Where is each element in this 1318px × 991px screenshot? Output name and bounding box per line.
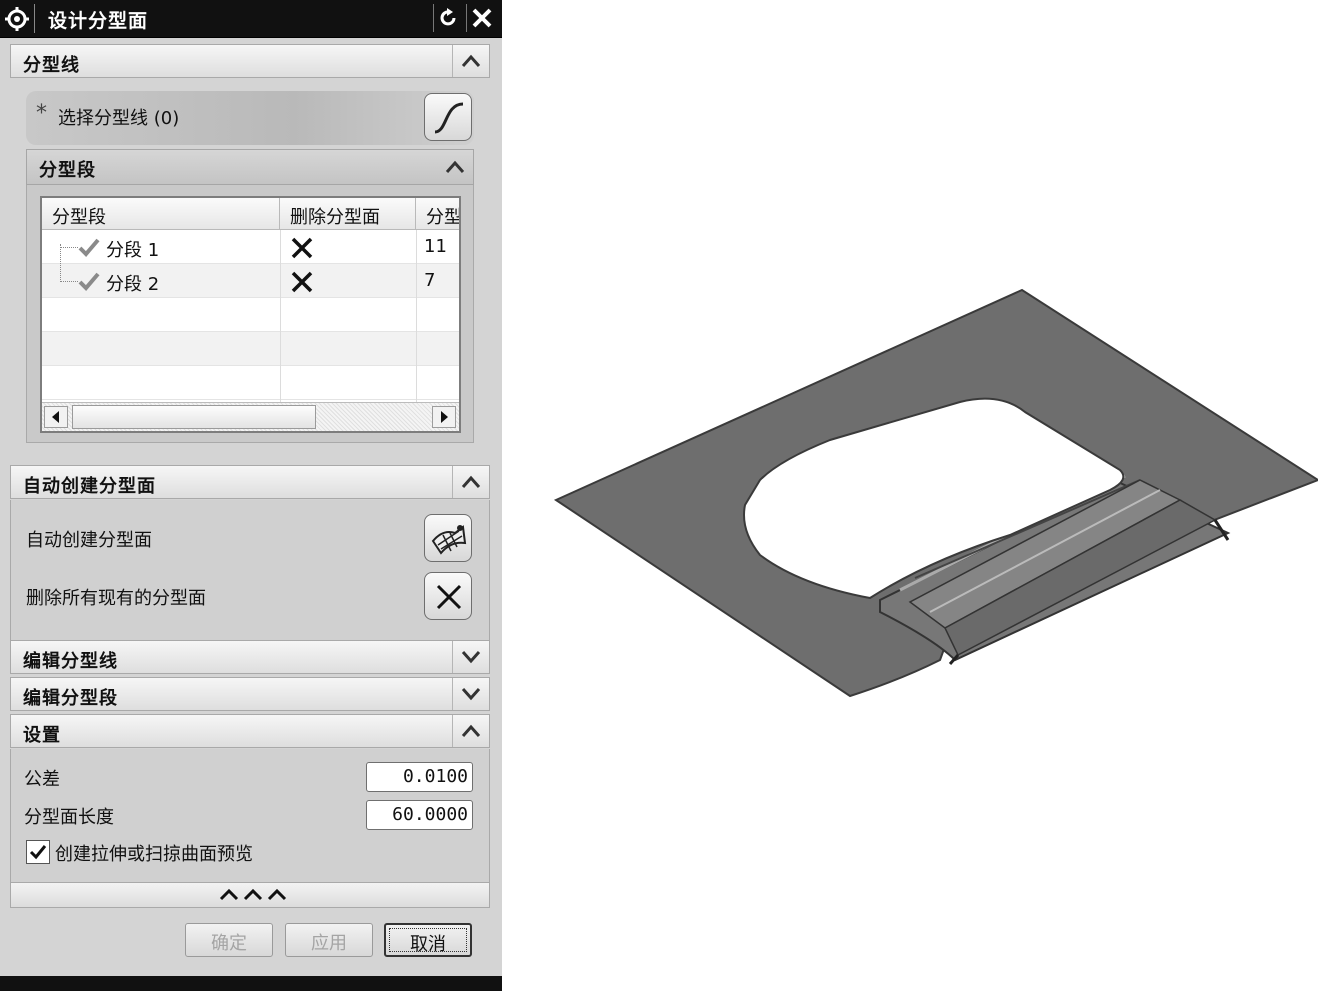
segment-name: 分段 1	[106, 240, 160, 261]
select-parting-line-label: 选择分型线 (0)	[58, 108, 180, 129]
expand-toggle[interactable]	[452, 641, 489, 673]
auto-create-label: 自动创建分型面	[26, 530, 152, 551]
horizontal-scrollbar[interactable]	[42, 402, 459, 431]
select-parting-line-row[interactable]: * 选择分型线 (0)	[26, 91, 474, 145]
tree-connector	[60, 244, 61, 282]
parting-surface-model	[553, 288, 1318, 698]
edit-parting-line-section-header[interactable]: 编辑分型线	[10, 640, 490, 674]
settings-header-label: 设置	[23, 725, 61, 746]
chevron-up-icon	[461, 724, 481, 737]
check-icon	[78, 272, 100, 291]
settings-section-header[interactable]: 设置	[10, 714, 490, 748]
title-bar: 设计分型面	[0, 0, 502, 38]
collapse-toggle[interactable]	[452, 45, 489, 77]
delete-all-surfaces-label: 删除所有现有的分型面	[26, 588, 206, 609]
ok-button[interactable]: 确定	[185, 923, 273, 957]
edit-segments-header-label: 编辑分型段	[23, 688, 118, 709]
collapse-toggle[interactable]	[452, 715, 489, 747]
auto-create-header-label: 自动创建分型面	[23, 476, 156, 497]
cancel-button[interactable]: 取消	[384, 923, 472, 957]
chevron-up-icon	[461, 475, 481, 488]
dialog-title: 设计分型面	[48, 10, 149, 32]
expand-more-icon	[219, 888, 287, 901]
select-curve-button[interactable]	[424, 93, 472, 141]
reset-button[interactable]	[433, 4, 464, 32]
auto-create-section-header[interactable]: 自动创建分型面	[10, 465, 490, 499]
table-row[interactable]	[42, 230, 459, 264]
show-more-bar[interactable]	[10, 882, 490, 908]
auto-create-panel	[10, 500, 490, 640]
x-mark-icon[interactable]	[290, 270, 314, 294]
parting-line-header-label: 分型线	[23, 55, 80, 76]
scroll-thumb[interactable]	[72, 405, 316, 429]
surface-length-label: 分型面长度	[24, 807, 114, 828]
delete-x-icon	[436, 584, 462, 610]
segments-table: 分型段 删除分型面 分型 分段 1 11 分段 2 7	[40, 196, 461, 433]
auto-create-button[interactable]	[424, 514, 472, 562]
column-divider	[280, 230, 281, 402]
arrow-left-icon	[52, 411, 59, 423]
table-row	[42, 298, 459, 332]
segments-header-label: 分型段	[39, 160, 96, 181]
table-row	[42, 366, 459, 400]
edit-segments-section-header[interactable]: 编辑分型段	[10, 677, 490, 711]
tree-connector	[60, 247, 78, 248]
focus-ring	[389, 928, 467, 952]
surface-length-field[interactable]: 60.0000	[366, 800, 473, 830]
design-parting-surface-dialog: 设计分型面 分型线 * 选择分型线 (0) 分型段 分型段 删除分型面 分型 分…	[0, 0, 502, 991]
curve-icon	[434, 102, 464, 134]
table-row[interactable]	[42, 264, 459, 298]
column-header-delete-surface[interactable]: 删除分型面	[280, 198, 416, 230]
segment-name: 分段 2	[106, 274, 160, 295]
required-mark: *	[36, 101, 47, 126]
gear-icon[interactable]	[4, 6, 30, 32]
tolerance-label: 公差	[24, 769, 60, 790]
scroll-right-button[interactable]	[432, 406, 456, 428]
segments-subsection-header[interactable]: 分型段	[26, 149, 474, 185]
preview-label: 创建拉伸或扫掠曲面预览	[55, 844, 253, 865]
title-separator	[34, 4, 35, 33]
edit-parting-line-header-label: 编辑分型线	[23, 651, 118, 672]
delete-all-surfaces-button[interactable]	[424, 572, 472, 620]
column-divider	[416, 230, 417, 402]
scroll-left-button[interactable]	[44, 406, 68, 428]
column-header-segment[interactable]: 分型段	[42, 198, 280, 230]
chevron-down-icon	[461, 688, 481, 701]
preview-checkbox[interactable]	[26, 840, 50, 864]
mesh-surface-icon	[431, 525, 467, 555]
chevron-up-icon	[461, 54, 481, 67]
tree-connector	[60, 281, 78, 282]
checkmark-icon	[29, 845, 47, 860]
expand-toggle[interactable]	[452, 678, 489, 710]
tolerance-field[interactable]: 0.0100	[366, 762, 473, 792]
close-button[interactable]	[466, 4, 497, 32]
reset-icon	[440, 8, 456, 26]
chevron-up-icon	[445, 160, 465, 173]
segment-value: 7	[424, 270, 436, 291]
check-icon	[78, 238, 100, 257]
collapse-toggle[interactable]	[452, 466, 489, 498]
model-viewport[interactable]	[540, 270, 1318, 710]
arrow-right-icon	[441, 411, 448, 423]
table-row	[42, 332, 459, 366]
apply-button[interactable]: 应用	[285, 923, 373, 957]
x-mark-icon[interactable]	[290, 236, 314, 260]
chevron-down-icon	[461, 651, 481, 664]
column-header-parting[interactable]: 分型	[416, 198, 459, 230]
close-icon	[472, 8, 492, 28]
dialog-bottom-border	[0, 976, 502, 991]
parting-line-section-header[interactable]: 分型线	[10, 44, 490, 78]
segment-value: 11	[424, 236, 447, 257]
